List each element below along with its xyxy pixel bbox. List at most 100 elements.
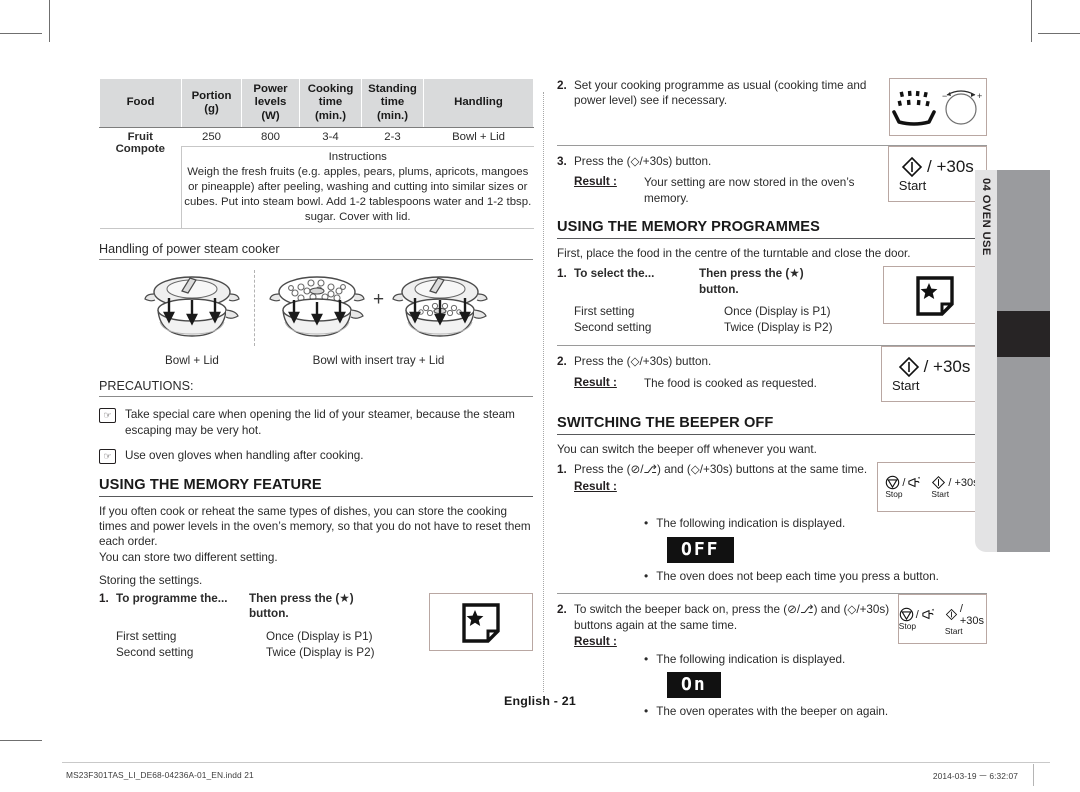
stop-start-group: / Stop / +30s Start [885,475,979,500]
start-glyph-row: / +30s [898,356,971,378]
result-text: The food is cooked as requested. [644,376,817,390]
step-3-press-start: 3. Press the (◇/+30s) button. [557,154,880,169]
section-heading-beeper: SWITCHING THE BEEPER OFF [557,415,987,436]
setting-label: Second setting [116,645,194,659]
bullet-text: The following indication is displayed. [656,653,846,667]
step-text: Press the (◇/+30s) button. [574,154,880,169]
footer-tick [1033,764,1034,786]
memo-star-icon [462,603,500,643]
step-text-post: ) button. [668,155,712,168]
memory-programmes-result: Result : The food is cooked as requested… [574,376,873,391]
sidebar-grey-band [997,170,1050,552]
step-number: 2. [557,603,567,617]
oven-dial-panel[interactable]: − + [889,78,987,136]
bullet-dot: • [644,516,649,531]
bullet-dot: • [644,568,649,583]
beeper-bullet-2: • The oven does not beep each time you p… [644,569,987,584]
svg-text:−: − [942,91,947,101]
lcd-display-off: OFF [667,536,734,563]
beeper-step-2: 2. To switch the beeper back on, press t… [557,602,890,633]
section-heading-memory-programmes: USING THE MEMORY PROGRAMMES [557,219,987,240]
table-row: Fruit Compote 250 800 3-4 2-3 Bowl + Lid [99,127,534,230]
start-button-glyph: ◇/+30s [630,355,669,369]
step-text: Press the (◇/+30s) button. [574,354,873,369]
plus30s-label: / +30s [927,156,974,176]
start-button-panel-2[interactable]: / +30s Start [881,346,987,403]
result-label: Result : [574,479,617,493]
setting-label: First setting [116,629,177,643]
svg-text:+: + [977,91,982,101]
start-button[interactable]: / +30s Start [945,603,986,636]
bullet-dot: • [644,652,649,667]
start-button[interactable]: / +30s Start [931,475,979,500]
setting-value: Once (Display is P1) [266,629,373,643]
setting-value: Twice (Display is P2) [724,321,833,335]
stop-label: Stop [885,489,903,500]
plus30s-label: / +30s [959,602,984,627]
start-diamond-icon [898,356,919,377]
beeper-step-1-result: Result : [574,480,869,493]
result-label: Result : [574,375,617,389]
stop-start-group: / Stop / +30s Start [899,603,986,636]
eco-lamp-icon [922,608,934,620]
pointing-hand-icon: ☞ [99,449,116,465]
setting-value: Once (Display is P1) [724,305,831,319]
col-header-power: Power levels (W) [241,77,300,129]
stop-start-panel-2[interactable]: / Stop / +30s Start [897,594,987,645]
stop-start-panel-1[interactable]: / Stop / +30s Start [877,462,987,513]
footer-filename: MS23F301TAS_LI_DE68-04236A-01_EN.indd 21 [66,770,254,780]
memory-programmes-intro: First, place the food in the centre of t… [557,247,911,261]
settings-labels: First setting Second setting [116,629,266,661]
food-table: Food Portion (g) Power levels (W) Cookin… [99,77,534,230]
instructions-label: Instructions [328,151,387,164]
memory-button-panel-2[interactable] [883,266,987,325]
step-text: Set your cooking programme as usual (coo… [574,79,867,108]
step-text-post: ) button. [668,355,712,369]
step-3-result: Result : Your setting are now stored in … [574,175,880,206]
start-button-panel-1[interactable]: / +30s Start [887,146,987,202]
plus-symbol: + [372,289,385,311]
cell-cooking-time: 3-4 [299,127,362,148]
stop-icon [899,608,914,622]
step-text: To switch the beeper back on, press the … [574,603,890,632]
step-number: 1. [557,267,567,281]
beeper-bullet-3: • The following indication is displayed. [644,652,987,667]
grill-and-dial-icon: − + [892,90,982,126]
storing-settings-label: Storing the settings. [99,573,203,587]
sidebar-black-marker [997,311,1050,357]
memory-feature-section: USING THE MEMORY FEATURE If you often co… [99,477,533,661]
right-column: 2. Set your cooking programme as usual (… [557,78,987,720]
press-instruction-line2: button. [699,282,739,296]
stop-button[interactable]: / Stop [885,475,923,499]
memo-star-icon [916,276,954,317]
steamer-illustrations: Bowl + Lid + Bowl with insert tray + Lid [99,270,533,367]
memory-button-panel[interactable] [429,593,533,652]
side-tab-label: 04 OVEN USE [980,178,992,256]
crop-mark-top-left [49,0,50,42]
memory-feature-intro: If you often cook or reheat the same typ… [99,505,531,549]
memory-feature-intro2: You can store two different setting. [99,550,278,564]
press-instruction-line2: button. [249,607,289,621]
bowl-with-lid-and-tray-icon [392,276,488,337]
crop-mark-left-top [0,33,42,34]
setting-value: Twice (Display is P2) [266,645,375,659]
start-diamond-icon [901,156,923,177]
col-header-portion: Portion (g) [181,77,242,129]
result-label: Result : [574,175,617,189]
slash: / [902,476,906,489]
start-label: Start [931,489,950,500]
result-text: Your setting are now stored in the oven’… [644,176,855,205]
result-label: Result : [574,635,617,649]
col-header-cooking-time: Cooking time (min.) [299,77,362,129]
start-label: Start [944,625,963,636]
steam-cooker-heading: Handling of power steam cooker [99,242,533,261]
stop-button[interactable]: / Stop [899,607,937,631]
plus30s-label: / +30s [923,356,971,376]
crop-mark-right-top [1038,33,1080,34]
step-number: 1. [557,463,567,477]
setting-label: First setting [574,305,635,319]
cell-instructions: Instructions Weigh the fresh fruits (e.g… [181,146,534,230]
step-action: Then press the (★) button. [249,591,354,622]
step-text: Press the (⊘/⎇) and (◇/+30s) buttons at … [574,463,868,477]
start-diamond-icon [932,476,946,490]
